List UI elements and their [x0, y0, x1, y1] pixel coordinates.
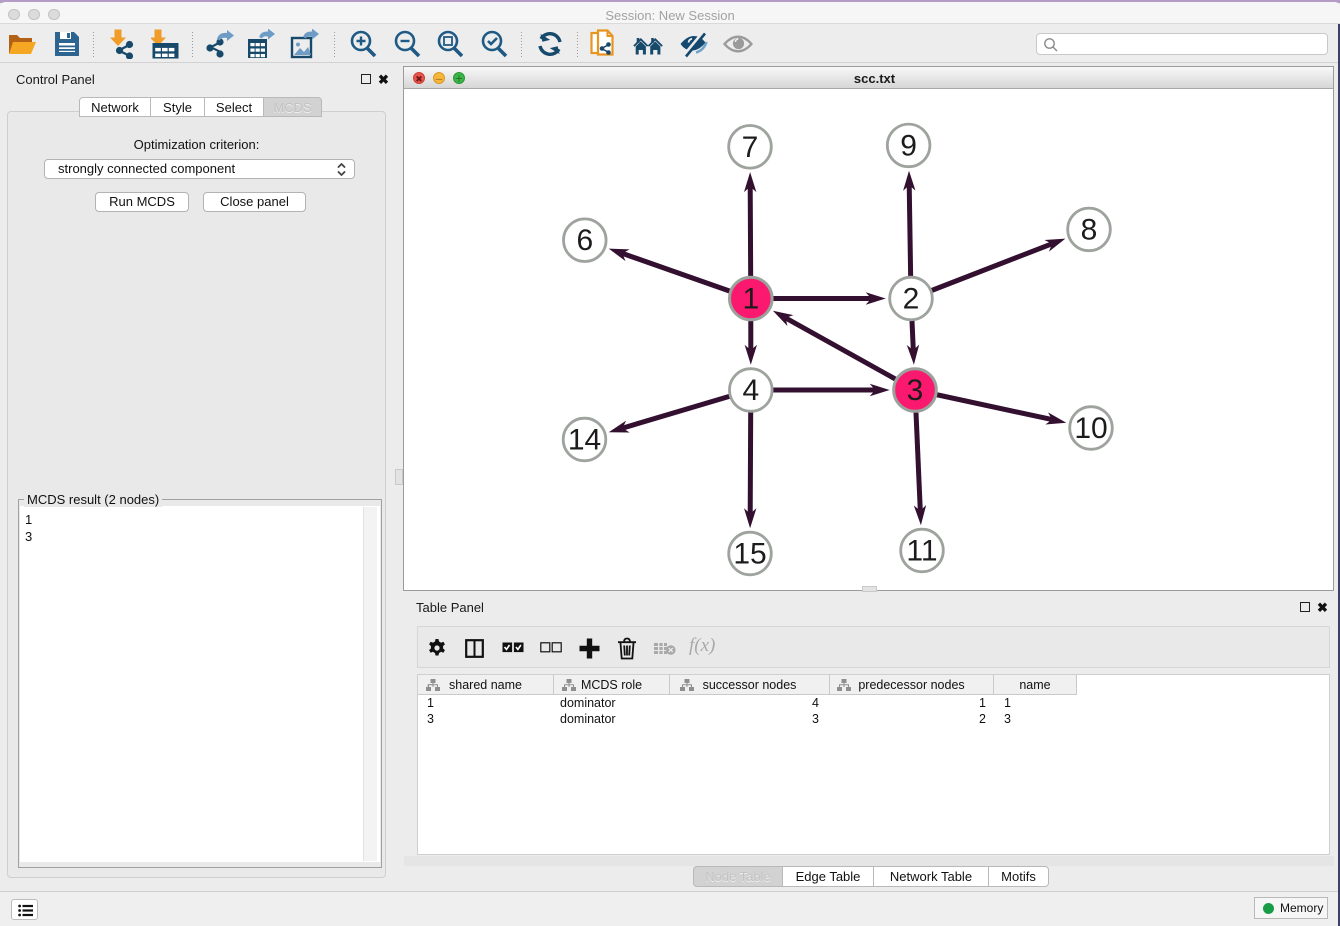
svg-text:6: 6: [576, 224, 593, 257]
svg-text:9: 9: [900, 129, 917, 162]
svg-text:15: 15: [733, 538, 766, 571]
svg-text:10: 10: [1074, 412, 1107, 445]
svg-text:2: 2: [903, 283, 920, 316]
svg-text:8: 8: [1081, 213, 1098, 246]
svg-text:4: 4: [742, 374, 759, 407]
svg-text:3: 3: [907, 374, 924, 407]
svg-text:7: 7: [742, 131, 759, 164]
svg-text:11: 11: [906, 535, 937, 568]
svg-text:1: 1: [742, 283, 759, 316]
svg-text:14: 14: [568, 424, 601, 457]
